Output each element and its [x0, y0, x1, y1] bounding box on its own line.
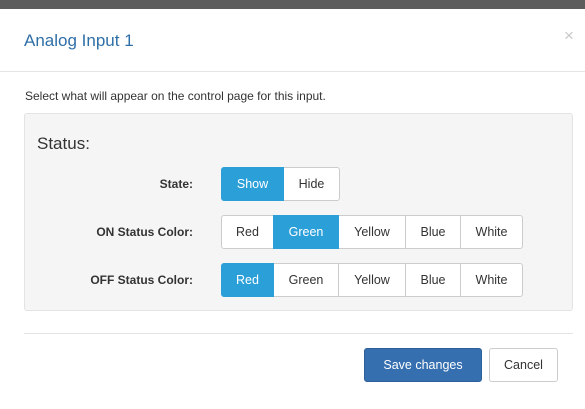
off-color-option-yellow[interactable]: Yellow: [338, 263, 406, 297]
on-color-option-white[interactable]: White: [460, 215, 523, 249]
dialog-title: Analog Input 1: [24, 31, 134, 50]
on-color-option-yellow[interactable]: Yellow: [338, 215, 406, 249]
off-color-option-blue[interactable]: Blue: [405, 263, 461, 297]
state-option-hide[interactable]: Hide: [283, 167, 340, 201]
state-toggle-group: Show Hide: [221, 167, 340, 201]
cancel-button[interactable]: Cancel: [489, 348, 558, 382]
on-status-color-group: Red Green Yellow Blue White: [221, 215, 523, 249]
status-panel-title: Status:: [37, 134, 90, 153]
on-status-color-label: ON Status Color:: [96, 225, 193, 239]
on-color-option-blue[interactable]: Blue: [405, 215, 461, 249]
close-icon[interactable]: ×: [562, 26, 576, 46]
off-color-option-red[interactable]: Red: [221, 263, 274, 297]
state-option-show[interactable]: Show: [221, 167, 284, 201]
on-color-option-red[interactable]: Red: [221, 215, 274, 249]
status-panel: Status: State: Show Hide ON Status Color…: [24, 113, 573, 311]
save-changes-button[interactable]: Save changes: [364, 348, 482, 382]
on-color-option-green[interactable]: Green: [273, 215, 339, 249]
off-status-color-label: OFF Status Color:: [90, 273, 193, 287]
off-color-option-green[interactable]: Green: [273, 263, 339, 297]
footer-divider: [24, 333, 573, 334]
dialog-header: Analog Input 1 ×: [0, 9, 585, 72]
top-bar: [0, 0, 585, 9]
off-color-option-white[interactable]: White: [460, 263, 523, 297]
state-label: State:: [159, 177, 193, 191]
off-status-color-group: Red Green Yellow Blue White: [221, 263, 523, 297]
dialog-description: Select what will appear on the control p…: [25, 89, 326, 103]
analog-input-dialog: Analog Input 1 × Select what will appear…: [0, 9, 585, 409]
